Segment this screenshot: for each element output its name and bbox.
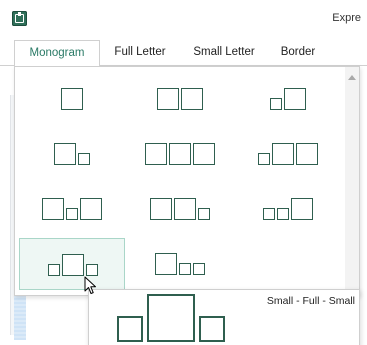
tab-full-letter[interactable]: Full Letter <box>104 40 176 66</box>
full-letter-box <box>42 198 64 220</box>
tooltip-label: Small - Full - Small <box>266 295 355 307</box>
small-letter-box <box>258 153 270 165</box>
small-letter-box <box>78 153 90 165</box>
gallery-scrollbar[interactable] <box>345 67 359 295</box>
tab-border[interactable]: Border <box>270 40 326 66</box>
full-letter-box <box>62 254 84 276</box>
full-letter-box <box>54 143 76 165</box>
app-icon[interactable] <box>12 11 27 26</box>
layout-option-small-full[interactable] <box>235 73 341 125</box>
scroll-up-arrow-icon[interactable] <box>348 75 356 80</box>
layout-option-small-full-small[interactable] <box>19 238 125 290</box>
small-letter-box <box>66 208 78 220</box>
tab-small-letter[interactable]: Small Letter <box>182 40 266 66</box>
layout-preview-tooltip: Small - Full - Small <box>88 289 360 345</box>
layout-option-full-small-full[interactable] <box>19 183 125 235</box>
full-letter-box <box>80 198 102 220</box>
preview-full-box <box>147 294 195 342</box>
layout-option-full-full[interactable] <box>127 73 233 125</box>
full-letter-box <box>174 198 196 220</box>
small-letter-box <box>48 264 60 276</box>
monogram-window: Expre Monogram Full Letter Small Letter … <box>0 0 367 345</box>
full-letter-box <box>181 88 203 110</box>
full-letter-box <box>145 143 167 165</box>
layout-option-full-full-small[interactable] <box>127 183 233 235</box>
full-letter-box <box>61 88 83 110</box>
layout-option-small-full-full[interactable] <box>235 128 341 180</box>
layout-option-full-full-full[interactable] <box>127 128 233 180</box>
layout-option-small-small-full[interactable] <box>235 183 341 235</box>
small-letter-box <box>270 98 282 110</box>
full-letter-box <box>272 143 294 165</box>
full-letter-box <box>157 88 179 110</box>
small-letter-box <box>277 208 289 220</box>
mouse-pointer-icon <box>84 276 96 294</box>
full-letter-box <box>155 253 177 275</box>
small-letter-box <box>179 263 191 275</box>
small-letter-box <box>86 264 98 276</box>
small-letter-box <box>198 208 210 220</box>
tab-monogram[interactable]: Monogram <box>14 40 100 66</box>
full-letter-box <box>169 143 191 165</box>
small-letter-box <box>193 263 205 275</box>
layout-option-full-small-small[interactable] <box>127 238 233 290</box>
layout-option-full-small[interactable] <box>19 128 125 180</box>
preview-small-box <box>117 316 143 342</box>
full-letter-box <box>284 88 306 110</box>
window-title: Expre <box>332 12 361 24</box>
small-letter-box <box>263 208 275 220</box>
title-bar: Expre <box>0 0 367 35</box>
full-letter-box <box>150 198 172 220</box>
full-letter-box <box>291 198 313 220</box>
monogram-layout-gallery <box>14 66 360 296</box>
full-letter-box <box>296 143 318 165</box>
preview-small-box <box>199 316 225 342</box>
tab-bar: Monogram Full Letter Small Letter Border <box>0 34 367 66</box>
layout-option-full[interactable] <box>19 73 125 125</box>
full-letter-box <box>193 143 215 165</box>
